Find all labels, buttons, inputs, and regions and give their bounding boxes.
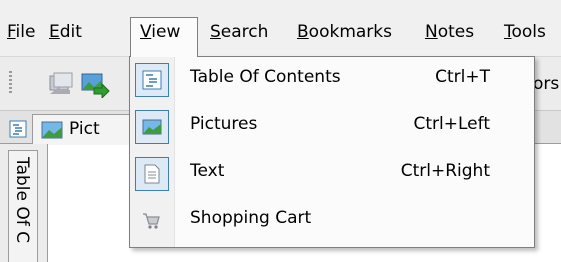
tab-table-of-contents-label: Table Of C xyxy=(12,157,32,244)
toolbar-label: ors xyxy=(533,74,560,94)
book-back-icon xyxy=(49,72,73,94)
text-document-icon xyxy=(144,164,160,184)
tab-pictures-label: Pict xyxy=(69,119,100,139)
table-of-contents-icon xyxy=(142,70,162,90)
menu-tools[interactable]: Tools xyxy=(504,18,546,48)
menu-item-text[interactable]: Text Ctrl+Right xyxy=(130,151,534,196)
unchecked-indicator xyxy=(135,204,169,238)
menu-item-label: Shopping Cart xyxy=(190,208,312,228)
view-menu-dropdown: Table Of Contents Ctrl+T Pictures Ctrl+L… xyxy=(129,56,535,248)
menu-item-shortcut: Ctrl+Left xyxy=(413,114,490,134)
menu-item-table-of-contents[interactable]: Table Of Contents Ctrl+T xyxy=(130,57,534,102)
menu-bookmarks[interactable]: Bookmarks xyxy=(297,18,392,48)
menu-item-label: Table Of Contents xyxy=(190,67,341,87)
checked-indicator xyxy=(135,63,169,97)
menu-item-pictures[interactable]: Pictures Ctrl+Left xyxy=(130,104,534,149)
picture-icon xyxy=(41,121,63,139)
menu-file[interactable]: File xyxy=(7,18,35,48)
picture-forward-icon xyxy=(81,73,110,100)
menu-edit[interactable]: Edit xyxy=(49,18,82,48)
checked-indicator xyxy=(135,110,169,144)
shopping-cart-icon xyxy=(143,213,160,229)
tab-table-of-contents[interactable]: Table Of C xyxy=(8,150,38,262)
menu-notes[interactable]: Notes xyxy=(425,18,474,48)
pictures-icon xyxy=(142,119,162,135)
menu-item-shopping-cart[interactable]: Shopping Cart xyxy=(130,198,534,243)
toolbar-grip[interactable] xyxy=(9,71,12,95)
menubar: File Edit View Search Bookmarks Notes To… xyxy=(0,0,561,57)
side-panel: Table Of C xyxy=(0,144,48,262)
menu-view[interactable]: View xyxy=(130,17,198,57)
menu-item-label: Text xyxy=(190,161,225,181)
checked-indicator xyxy=(135,157,169,191)
menu-item-label: Pictures xyxy=(190,114,258,134)
table-of-contents-tab-icon[interactable] xyxy=(9,120,27,138)
menu-item-shortcut: Ctrl+T xyxy=(435,67,490,87)
menu-item-shortcut: Ctrl+Right xyxy=(400,161,490,181)
toolbar-button-forward[interactable] xyxy=(80,68,110,100)
toolbar-button-back[interactable] xyxy=(46,68,76,98)
menu-search[interactable]: Search xyxy=(210,18,268,48)
